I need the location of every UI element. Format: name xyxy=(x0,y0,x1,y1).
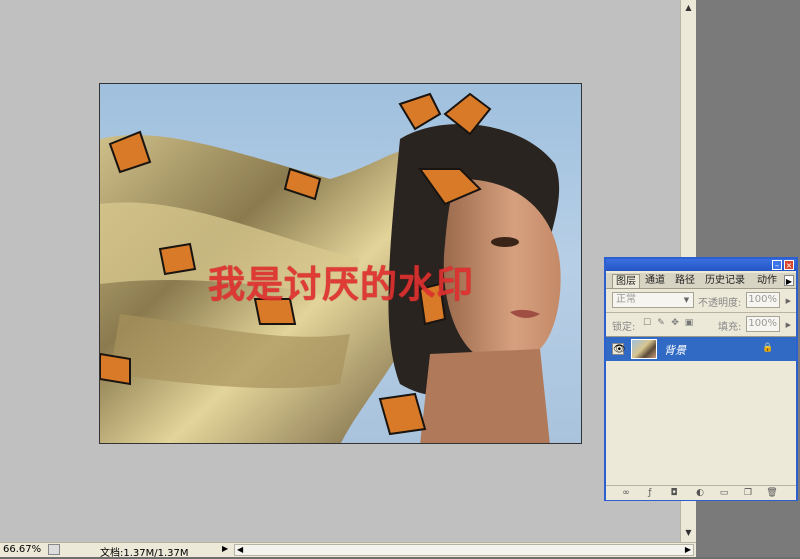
fill-label: 填充: xyxy=(718,322,742,333)
chevron-down-icon: ▼ xyxy=(683,296,690,304)
lock-move-icon[interactable]: ✥ xyxy=(670,318,680,328)
opacity-label: 不透明度: xyxy=(698,298,742,309)
scroll-down-arrow-icon[interactable]: ▼ xyxy=(683,527,694,539)
watermark-text: 我是讨厌的水印 xyxy=(208,262,474,306)
trash-icon[interactable]: 🗑 xyxy=(766,488,778,498)
status-menu-arrow-icon[interactable]: ▶ xyxy=(222,544,228,553)
panel-divider xyxy=(606,312,796,313)
status-bar: 66.67% 文档:1.37M/1.37M ▶ ◀ ▶ xyxy=(0,542,696,559)
layers-list: 👁 背景 🔒 xyxy=(606,336,796,483)
fill-arrow-icon[interactable]: ▶ xyxy=(786,318,791,332)
blend-mode-value: 正常 xyxy=(616,294,636,305)
new-layer-icon[interactable]: ❐ xyxy=(742,488,754,498)
lock-transparency-icon[interactable]: ☐ xyxy=(642,318,652,328)
layer-name: 背景 xyxy=(664,344,686,357)
zoom-level[interactable]: 66.67% xyxy=(3,544,41,555)
opacity-value: 100% xyxy=(748,294,777,305)
scroll-up-arrow-icon[interactable]: ▲ xyxy=(683,2,694,14)
layers-panel: – × 图层 通道 路径 历史记录 动作 ▶ 正常 ▼ 不透明度: 100% ▶… xyxy=(604,257,798,501)
layer-thumbnail xyxy=(631,339,657,359)
tab-layers[interactable]: 图层 xyxy=(612,274,640,288)
tab-actions[interactable]: 动作 xyxy=(754,274,780,288)
fill-value: 100% xyxy=(748,318,777,329)
tab-history[interactable]: 历史记录 xyxy=(702,274,748,288)
status-info-icon[interactable] xyxy=(48,544,60,555)
opacity-arrow-icon[interactable]: ▶ xyxy=(786,294,791,308)
tab-channels[interactable]: 通道 xyxy=(642,274,668,288)
panel-menu-icon[interactable]: ▶ xyxy=(784,275,794,286)
blend-mode-select[interactable]: 正常 ▼ xyxy=(612,292,694,308)
new-group-icon[interactable]: ▭ xyxy=(718,488,730,498)
lock-icon: 🔒 xyxy=(762,343,774,353)
layer-style-icon[interactable]: ƒ xyxy=(644,488,656,498)
adjustment-layer-icon[interactable]: ◐ xyxy=(694,488,706,498)
layer-row-background[interactable]: 👁 背景 🔒 xyxy=(606,337,796,361)
scroll-right-arrow-icon[interactable]: ▶ xyxy=(685,545,691,554)
eye-icon[interactable]: 👁 xyxy=(612,343,626,355)
document-image[interactable]: 我是讨厌的水印 xyxy=(99,83,582,444)
fill-field[interactable]: 100% ▶ xyxy=(746,316,791,332)
add-mask-icon[interactable]: ◘ xyxy=(668,488,680,498)
lock-all-icon[interactable]: ▣ xyxy=(684,318,694,328)
tab-paths[interactable]: 路径 xyxy=(672,274,698,288)
lock-brush-icon[interactable]: ✎ xyxy=(656,318,666,328)
lock-label: 锁定: xyxy=(612,322,636,333)
link-layers-icon[interactable]: ∞ xyxy=(620,488,632,498)
panel-bottom-toolbar: ∞ ƒ ◘ ◐ ▭ ❐ 🗑 xyxy=(606,485,796,500)
panel-tabs: 图层 通道 路径 历史记录 动作 ▶ xyxy=(606,273,796,289)
scroll-left-arrow-icon[interactable]: ◀ xyxy=(237,545,243,554)
horizontal-scrollbar[interactable]: ◀ ▶ xyxy=(234,544,694,556)
panel-titlebar[interactable]: – × xyxy=(606,259,796,271)
close-icon[interactable]: × xyxy=(784,260,794,270)
minimize-icon[interactable]: – xyxy=(772,260,782,270)
opacity-field[interactable]: 100% ▶ xyxy=(746,292,791,308)
